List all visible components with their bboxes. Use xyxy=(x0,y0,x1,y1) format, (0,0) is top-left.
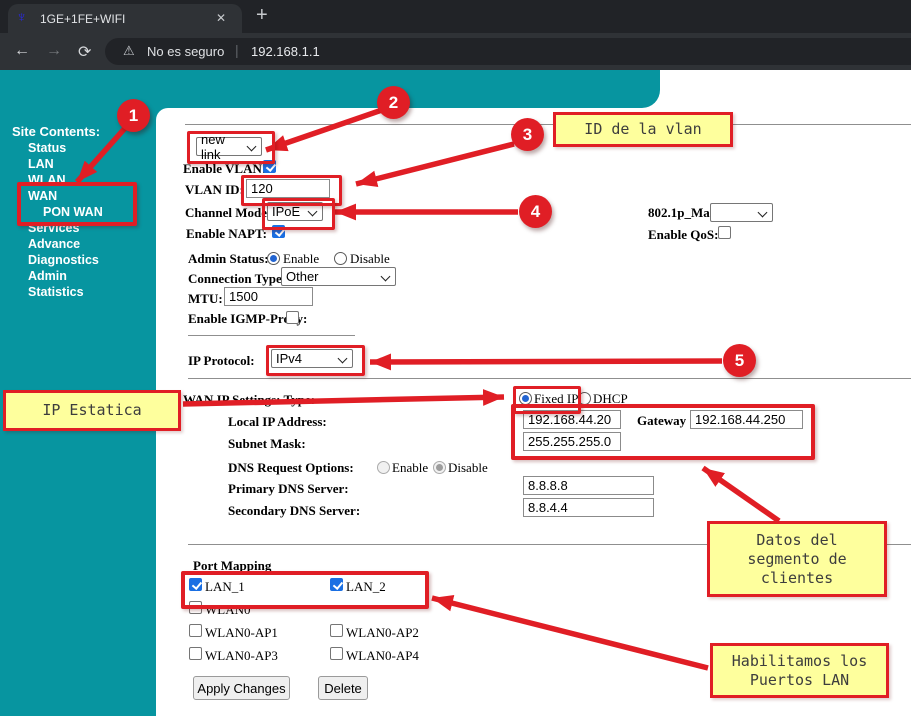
note-segment-data: Datos del segmento de clientes xyxy=(707,521,887,597)
port-wlan0-ap4-label: WLAN0-AP4 xyxy=(346,648,419,664)
admin-enable-label: Enable xyxy=(283,251,319,267)
dns-enable-radio[interactable] xyxy=(377,461,390,474)
dns-disable-label: Disable xyxy=(448,460,488,476)
screenshot-root: ♆ 1GE+1FE+WIFI ✕ + ← → ⟳ ⚠ No es seguro … xyxy=(0,0,911,716)
ip-protocol-label: IP Protocol: xyxy=(188,353,255,369)
mtu-input[interactable]: 1500 xyxy=(224,287,313,306)
new-tab-button[interactable]: + xyxy=(256,4,268,27)
step-circle-3: 3 xyxy=(511,118,544,151)
step-circle-4: 4 xyxy=(519,195,552,228)
sidebar-item-advance[interactable]: Advance xyxy=(28,236,103,252)
primary-dns-label: Primary DNS Server: xyxy=(228,481,349,497)
admin-disable-label: Disable xyxy=(350,251,390,267)
top-divider xyxy=(185,124,911,125)
delete-button[interactable]: Delete xyxy=(318,676,368,700)
browser-tab-strip: ♆ 1GE+1FE+WIFI ✕ + xyxy=(0,0,911,33)
section-divider-short xyxy=(188,335,355,336)
sidebar-item-lan[interactable]: LAN xyxy=(28,156,103,172)
tab-title: 1GE+1FE+WIFI xyxy=(40,12,125,26)
vlan-id-label: VLAN ID: xyxy=(185,182,244,198)
step-circle-2: 2 xyxy=(377,86,410,119)
dns-disable-radio[interactable] xyxy=(433,461,446,474)
browser-tab[interactable]: ♆ 1GE+1FE+WIFI ✕ xyxy=(8,4,242,33)
header-band xyxy=(0,70,660,108)
highlight-link-select xyxy=(187,131,275,164)
note-segment-line1: Datos del xyxy=(747,531,846,550)
security-label: No es seguro xyxy=(147,44,224,59)
port-wlan0-ap4-checkbox[interactable] xyxy=(330,647,343,660)
connection-type-value: Other xyxy=(286,269,319,284)
port-wlan0-ap2-checkbox[interactable] xyxy=(330,624,343,637)
note-vlan-id: ID de la vlan xyxy=(553,112,733,147)
address-bar[interactable]: ⚠ No es seguro | 192.168.1.1 xyxy=(105,38,911,65)
highlight-lan-ports xyxy=(181,571,429,609)
dns-options-label: DNS Request Options: xyxy=(228,460,354,476)
port-wlan0-ap3-checkbox[interactable] xyxy=(189,647,202,660)
local-ip-label: Local IP Address: xyxy=(228,414,327,430)
note-static-ip: IP Estatica xyxy=(3,390,181,431)
enable-qos-label: Enable QoS: xyxy=(648,227,718,243)
note-segment-line3: clientes xyxy=(747,569,846,588)
apply-changes-button[interactable]: Apply Changes xyxy=(193,676,290,700)
sidebar-item-admin[interactable]: Admin xyxy=(28,268,103,284)
highlight-ip-protocol xyxy=(266,345,365,376)
router-page: Site Contents: Status LAN WLAN WAN PON W… xyxy=(0,70,911,716)
sidebar-item-statistics[interactable]: Statistics xyxy=(28,284,103,300)
enable-napt-label: Enable NAPT: xyxy=(186,226,267,242)
enable-qos-checkbox[interactable] xyxy=(718,226,731,239)
tab-close-icon[interactable]: ✕ xyxy=(216,11,226,25)
url-text: 192.168.1.1 xyxy=(251,44,320,59)
port-wlan0-ap3-label: WLAN0-AP3 xyxy=(205,648,278,664)
enable-igmp-checkbox[interactable] xyxy=(286,311,299,324)
highlight-channel-mode xyxy=(262,198,335,230)
forward-icon[interactable]: → xyxy=(46,42,62,60)
primary-dns-value: 8.8.8.8 xyxy=(528,478,568,493)
mtu-value: 1500 xyxy=(229,289,258,304)
connection-type-select[interactable]: Other xyxy=(281,267,396,286)
secondary-dns-label: Secondary DNS Server: xyxy=(228,503,360,519)
subnet-mask-label: Subnet Mask: xyxy=(228,436,306,452)
highlight-ip-fields xyxy=(511,404,815,460)
wan-ip-settings-label: WAN IP Settings: Type: xyxy=(183,392,315,408)
admin-status-label: Admin Status: xyxy=(188,251,269,267)
mtu-label: MTU: xyxy=(188,291,223,307)
browser-toolbar: ← → ⟳ ⚠ No es seguro | 192.168.1.1 xyxy=(0,33,911,70)
step-circle-1: 1 xyxy=(117,99,150,132)
back-icon[interactable]: ← xyxy=(14,42,30,60)
8021p-mark-select[interactable] xyxy=(710,203,773,222)
port-wlan0-ap2-label: WLAN0-AP2 xyxy=(346,625,419,641)
url-divider: | xyxy=(235,42,239,58)
note-lan-ports-line2: Puertos LAN xyxy=(732,671,867,690)
primary-dns-input[interactable]: 8.8.8.8 xyxy=(523,476,654,495)
sidebar-item-status[interactable]: Status xyxy=(28,140,103,156)
section-divider xyxy=(188,378,911,379)
secondary-dns-value: 8.8.4.4 xyxy=(528,500,568,515)
port-wlan0-ap1-checkbox[interactable] xyxy=(189,624,202,637)
admin-disable-radio[interactable] xyxy=(334,252,347,265)
note-segment-line2: segmento de xyxy=(747,550,846,569)
note-lan-ports: Habilitamos los Puertos LAN xyxy=(710,643,889,698)
note-vlan-id-text: ID de la vlan xyxy=(584,120,701,139)
note-lan-ports-line1: Habilitamos los xyxy=(732,652,867,671)
connection-type-label: Connection Type: xyxy=(188,271,286,287)
site-favicon-icon: ♆ xyxy=(16,10,27,26)
highlight-wan-menu xyxy=(17,182,137,226)
admin-enable-radio[interactable] xyxy=(267,252,280,265)
note-static-ip-text: IP Estatica xyxy=(42,401,141,420)
step-circle-5: 5 xyxy=(723,344,756,377)
sidebar-item-diagnostics[interactable]: Diagnostics xyxy=(28,252,103,268)
not-secure-warning-icon[interactable]: ⚠ xyxy=(123,43,135,59)
dns-enable-label: Enable xyxy=(392,460,428,476)
port-wlan0-ap1-label: WLAN0-AP1 xyxy=(205,625,278,641)
secondary-dns-input[interactable]: 8.8.4.4 xyxy=(523,498,654,517)
sidebar-title: Site Contents: xyxy=(12,124,100,139)
reload-icon[interactable]: ⟳ xyxy=(78,42,91,62)
channel-mode-label: Channel Mode xyxy=(185,205,267,221)
